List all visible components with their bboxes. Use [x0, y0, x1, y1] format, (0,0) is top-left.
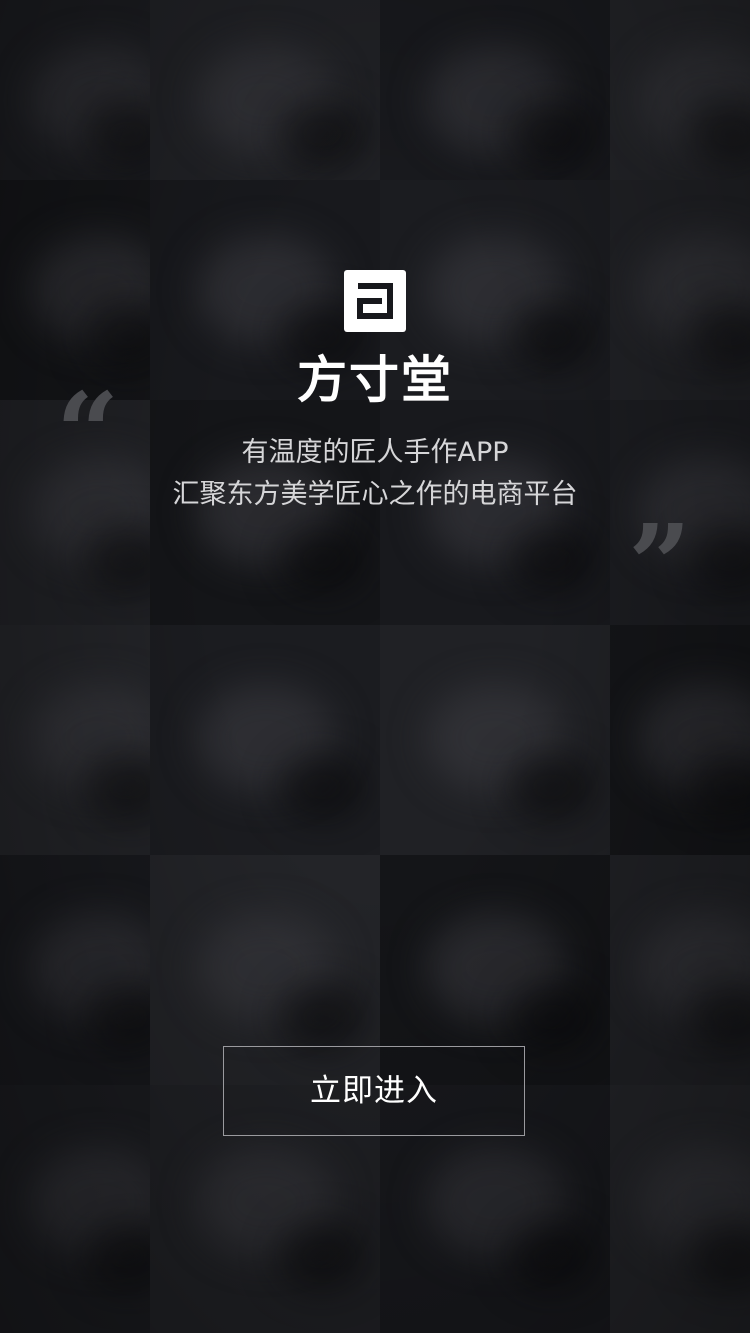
- quote-close-mark: ”: [628, 500, 692, 629]
- tagline-line-1: 有温度的匠人手作APP: [241, 437, 509, 468]
- enter-button[interactable]: 立即进入: [223, 1046, 525, 1136]
- fangcuntang-logo-icon: [344, 270, 406, 332]
- splash-screen: 方寸堂 “ ” 有温度的匠人手作APP 汇聚东方美学匠心之作的电商平台 立即进入: [0, 0, 750, 1333]
- tagline-line-2: 汇聚东方美学匠心之作的电商平台: [172, 479, 578, 510]
